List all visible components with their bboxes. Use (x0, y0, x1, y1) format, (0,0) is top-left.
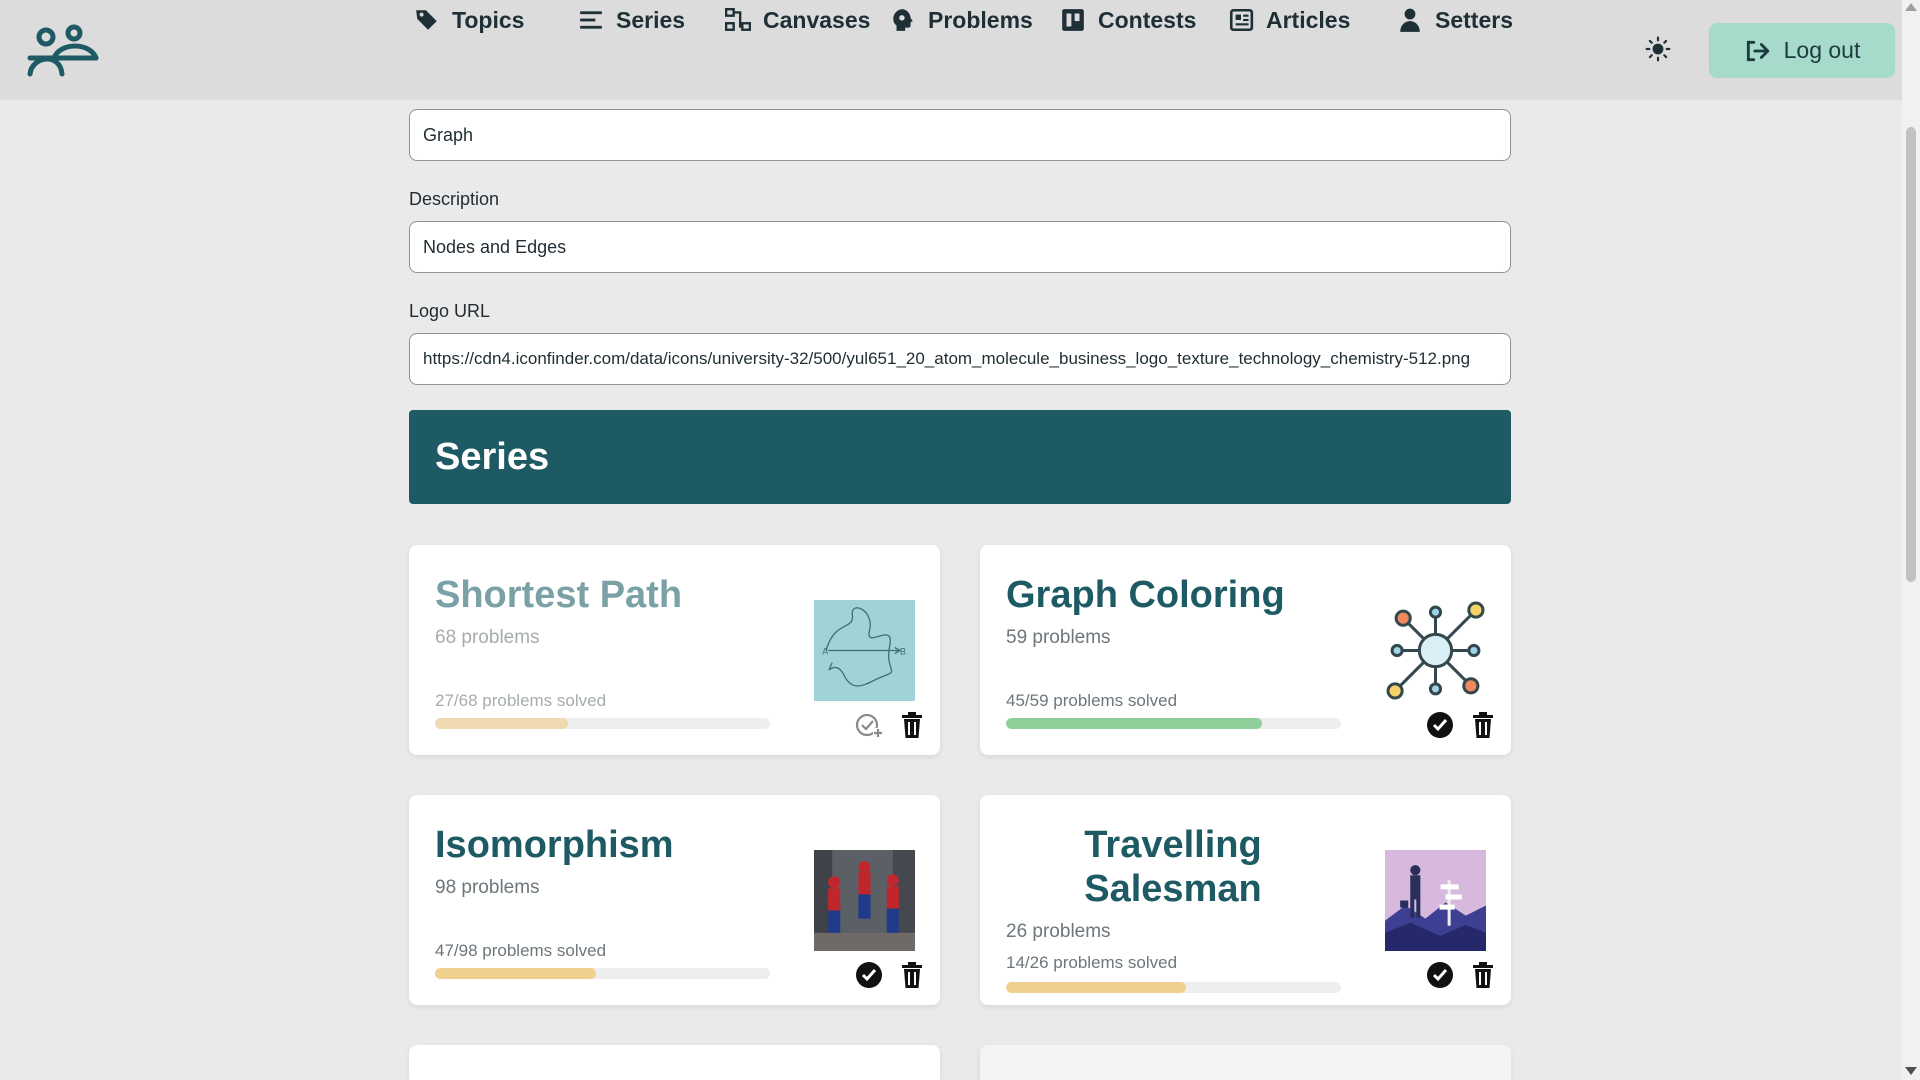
solved-count: 14/26 problems solved (1006, 953, 1178, 972)
svg-text:B: B (900, 647, 906, 657)
shortest-path-thumbnail: A B (814, 600, 915, 701)
user-icon (1400, 8, 1420, 32)
nav-canvases[interactable]: Canvases (725, 0, 870, 40)
series-title: Shortest Path (435, 574, 683, 616)
series-card-partial[interactable] (409, 1045, 940, 1080)
problem-count: 68 problems (435, 627, 540, 648)
nav-label: Setters (1435, 6, 1513, 33)
nav-label: Articles (1266, 6, 1351, 33)
nav-articles[interactable]: Articles (1228, 0, 1350, 40)
nav-problems[interactable]: Problems (890, 0, 1033, 40)
brain-icon (893, 9, 913, 31)
progress-bar (435, 718, 770, 729)
mark-complete-icon[interactable] (854, 710, 884, 740)
solved-count: 45/59 problems solved (1006, 691, 1178, 710)
topic-name-input[interactable] (409, 109, 1511, 161)
progress-fill (435, 968, 596, 979)
top-navigation-bar: Topics Series Canvases Problems Contests… (0, 0, 1902, 100)
logout-button[interactable]: Log out (1709, 23, 1895, 78)
series-title-line: Travelling (1084, 824, 1262, 866)
series-section-heading: Series (409, 410, 1511, 504)
trash-icon[interactable] (897, 960, 927, 990)
board-icon (1062, 9, 1084, 31)
series-card-isomorphism[interactable]: Isomorphism 98 problems 47/98 problems s… (409, 795, 940, 1005)
description-label: Description (409, 189, 500, 209)
svg-text:A: A (822, 647, 829, 657)
diagram-icon (725, 7, 751, 31)
nav-topics[interactable]: Topics (414, 0, 524, 40)
progress-fill (1006, 718, 1262, 729)
logout-label: Log out (1783, 37, 1861, 63)
progress-fill (435, 718, 568, 729)
salesman-thumbnail (1385, 850, 1486, 951)
logo-url-label: Logo URL (409, 301, 491, 321)
scroll-up-arrow-icon[interactable] (1905, 3, 1917, 11)
trash-icon[interactable] (897, 710, 927, 740)
newspaper-icon (1229, 8, 1254, 32)
community-logo-icon[interactable] (24, 24, 100, 78)
nav-setters[interactable]: Setters (1397, 0, 1513, 40)
nav-series[interactable]: Series (578, 0, 685, 40)
spiderman-thumbnail (814, 850, 915, 951)
series-card-shortest-path[interactable]: Shortest Path 68 problems 27/68 problems… (409, 545, 940, 755)
trash-icon[interactable] (1468, 710, 1498, 740)
solved-count: 27/68 problems solved (435, 691, 607, 710)
nav-contests[interactable]: Contests (1060, 0, 1196, 40)
series-title-line: Salesman (1084, 868, 1262, 910)
nav-label: Topics (452, 6, 525, 33)
scroll-down-arrow-icon[interactable] (1905, 1067, 1917, 1075)
sun-icon[interactable] (1645, 36, 1671, 62)
nav-label: Problems (928, 6, 1033, 33)
nav-label: Canvases (763, 6, 871, 33)
completed-check-icon[interactable] (854, 960, 884, 990)
problem-count: 26 problems (1006, 921, 1111, 942)
completed-check-icon[interactable] (1425, 960, 1455, 990)
series-title: Isomorphism (435, 824, 674, 866)
list-icon (580, 11, 602, 29)
series-card-travelling-salesman[interactable]: Travelling Salesman 26 problems 14/26 pr… (980, 795, 1511, 1005)
logo-url-input[interactable] (409, 333, 1511, 385)
nav-label: Contests (1098, 6, 1197, 33)
problem-count: 59 problems (1006, 627, 1111, 648)
series-card-partial[interactable] (980, 1045, 1511, 1080)
progress-bar (1006, 718, 1341, 729)
scrollbar-thumb[interactable] (1906, 127, 1916, 582)
progress-bar (435, 968, 770, 979)
progress-bar (1006, 982, 1341, 993)
problem-count: 98 problems (435, 877, 540, 898)
completed-check-icon[interactable] (1425, 710, 1455, 740)
series-title: Travelling Salesman (980, 823, 1366, 911)
progress-fill (1006, 982, 1187, 993)
series-card-graph-coloring[interactable]: Graph Coloring 59 problems 45/59 problem… (980, 545, 1511, 755)
logout-icon (1746, 40, 1769, 61)
series-title: Graph Coloring (1006, 574, 1285, 616)
solved-count: 47/98 problems solved (435, 941, 607, 960)
nav-label: Series (616, 6, 686, 33)
trash-icon[interactable] (1468, 960, 1498, 990)
tags-icon (416, 10, 437, 30)
description-input[interactable] (409, 221, 1511, 273)
graph-network-thumbnail (1386, 601, 1485, 700)
